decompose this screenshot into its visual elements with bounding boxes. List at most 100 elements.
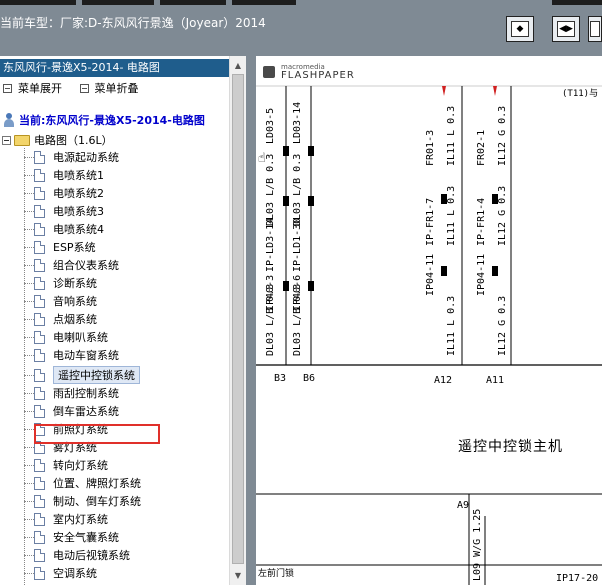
top-strip xyxy=(232,0,296,5)
menu-collapse-label: 菜单折叠 xyxy=(94,82,139,95)
module-label: 遥控中控锁主机 xyxy=(458,439,563,455)
top-strip xyxy=(160,0,226,5)
fit-page-button[interactable]: ◆ xyxy=(506,16,534,42)
connector-label: IP04-11 xyxy=(476,254,487,296)
fit-width-button[interactable]: ◀▶ xyxy=(552,16,580,42)
next-view-button[interactable] xyxy=(588,16,602,42)
collapse-node-icon[interactable] xyxy=(2,135,11,145)
pin-label: A9 xyxy=(457,500,469,511)
user-icon xyxy=(4,113,14,127)
pin-label: B3 xyxy=(274,373,286,384)
tree-item-diagnosis[interactable]: 诊断系统 xyxy=(24,274,97,292)
menu-collapse-button[interactable]: 菜单折叠 xyxy=(79,80,139,96)
top-strip xyxy=(82,0,154,5)
current-location: 当前:东风风行-景逸X5-2014-电路图 xyxy=(4,112,205,128)
tree-item-efi-4[interactable]: 电喷系统4 xyxy=(24,220,104,238)
tree-item-interior-lamp[interactable]: 室内灯系统 xyxy=(24,510,108,528)
connector-label: IP-FR1-7 xyxy=(425,198,436,246)
menu-expand-label: 菜单展开 xyxy=(18,82,62,95)
connector-label: IP-LD3-14 xyxy=(265,218,276,272)
title-bar: 当前车型：厂家:D-东风风行景逸（Joyear）2014 ◆ ◀▶ xyxy=(0,0,602,56)
wire-spec-label: IL12 G 0.3 xyxy=(497,296,508,356)
wire-code-label: FR01-3 xyxy=(425,130,436,166)
document-icon xyxy=(34,476,45,490)
pin-label: B6 xyxy=(303,373,315,384)
tree-item-horn[interactable]: 电喇叭系统 xyxy=(24,328,108,346)
tree-item-brake-reverse-lamp[interactable]: 制动、倒车灯系统 xyxy=(24,492,141,510)
document-icon xyxy=(34,386,45,400)
document-icon xyxy=(34,240,45,254)
connector-label: IP-LD1-30 xyxy=(292,218,303,272)
document-icon xyxy=(34,566,45,580)
document-icon xyxy=(34,512,45,526)
tree-item-efi-1[interactable]: 电喷系统1 xyxy=(24,166,104,184)
pin-label: A12 xyxy=(434,375,452,386)
wire-spec-label: L09 W/G 1.25 xyxy=(472,509,483,581)
flashpaper-logo: macromedia FLASHPAPER xyxy=(263,63,355,81)
document-icon xyxy=(34,276,45,290)
document-icon xyxy=(34,348,45,362)
fit-page-icon: ◆ xyxy=(511,21,529,37)
wire-code-label: LD03-14 xyxy=(292,102,303,144)
sidebar-scrollbar[interactable]: ▲ ▼ xyxy=(229,56,246,585)
tree-item-wiper[interactable]: 雨刮控制系统 xyxy=(24,384,119,402)
tree-item-efi-2[interactable]: 电喷系统2 xyxy=(24,184,104,202)
tree-item-audio[interactable]: 音响系统 xyxy=(24,292,97,310)
fit-width-icon: ◀▶ xyxy=(557,21,575,37)
tree-item-instrument-cluster[interactable]: 组合仪表系统 xyxy=(24,256,119,274)
tree-item-airbag[interactable]: 安全气囊系统 xyxy=(24,528,119,546)
tree-item-remote-central-lock[interactable]: 遥控中控锁系统 xyxy=(24,366,140,384)
scroll-up-icon[interactable]: ▲ xyxy=(232,58,244,72)
pane-divider[interactable] xyxy=(246,56,256,585)
pin-label: A11 xyxy=(486,375,504,386)
folder-icon xyxy=(14,134,30,146)
menu-expand-button[interactable]: 菜单展开 xyxy=(3,80,62,96)
wire-code-label: LD03-5 xyxy=(265,108,276,144)
wire-spec-label: IL11 L 0.3 xyxy=(446,186,457,246)
tree-item-parking-radar[interactable]: 倒车雷达系统 xyxy=(24,402,119,420)
document-icon xyxy=(34,294,45,308)
tree-item-power-mirror[interactable]: 电动后视镜系统 xyxy=(24,546,130,564)
expand-icon xyxy=(3,83,12,93)
tree-item-power-window[interactable]: 电动车窗系统 xyxy=(24,346,119,364)
connector-label: IP17-20 xyxy=(556,573,598,584)
tree-item-esp[interactable]: ESP系统 xyxy=(24,238,96,256)
wiring-diagram: ☝ LD03-5 LD03-14 DL03 L/B 0.3 DL03 L/B 0… xyxy=(256,85,602,585)
scrollbar-thumb[interactable] xyxy=(232,74,244,564)
document-icon xyxy=(34,186,45,200)
document-icon xyxy=(34,222,45,236)
scroll-down-icon[interactable]: ▼ xyxy=(232,568,244,582)
wire-spec-label: IL12 G 0.3 xyxy=(497,186,508,246)
diagram-viewer[interactable]: ☝ LD03-5 LD03-14 DL03 L/B 0.3 DL03 L/B 0… xyxy=(256,56,602,585)
document-icon xyxy=(34,168,45,182)
tree-root-label: 电路图（1.6L） xyxy=(34,134,113,147)
tree-item-cigarette-lighter[interactable]: 点烟系统 xyxy=(24,310,97,328)
connector-label: IP04-11 xyxy=(425,254,436,296)
car-model-title: 当前车型：厂家:D-东风风行景逸（Joyear）2014 xyxy=(0,16,266,30)
tree-item-power-start[interactable]: 电源起动系统 xyxy=(24,148,119,166)
tree-item-air-conditioning[interactable]: 空调系统 xyxy=(24,564,97,582)
menu-actions: 菜单展开 菜单折叠 xyxy=(3,80,153,96)
document-icon xyxy=(34,494,45,508)
next-view-icon xyxy=(590,21,600,37)
document-icon xyxy=(34,458,45,472)
wire-spec-label: DL03 L/B 0.3 xyxy=(292,154,303,226)
component-label: 左前门锁 xyxy=(258,567,294,579)
tree-item-efi-3[interactable]: 电喷系统3 xyxy=(24,202,104,220)
connector-label: IP40-6 xyxy=(292,275,303,311)
wire-spec-label: IL11 L 0.3 xyxy=(446,106,457,166)
tree-root[interactable]: 电路图（1.6L） xyxy=(2,132,113,148)
flashpaper-header: macromedia FLASHPAPER xyxy=(256,56,602,84)
top-strip xyxy=(0,0,76,5)
tree-item-turn-signal[interactable]: 转向灯系统 xyxy=(24,456,108,474)
document-icon xyxy=(34,404,45,418)
current-location-label: 当前:东风风行-景逸X5-2014-电路图 xyxy=(19,114,205,127)
connector-label: IP40-3 xyxy=(265,275,276,311)
corner-note: (T11)与 xyxy=(562,88,598,99)
wire-spec-label: DL03 L/B 0.3 xyxy=(265,154,276,226)
document-icon xyxy=(34,368,45,382)
collapse-icon xyxy=(79,83,89,93)
brand-big: FLASHPAPER xyxy=(281,70,355,81)
tree-item-position-plate-lamp[interactable]: 位置、牌照灯系统 xyxy=(24,474,141,492)
selection-highlight-box xyxy=(34,424,160,444)
